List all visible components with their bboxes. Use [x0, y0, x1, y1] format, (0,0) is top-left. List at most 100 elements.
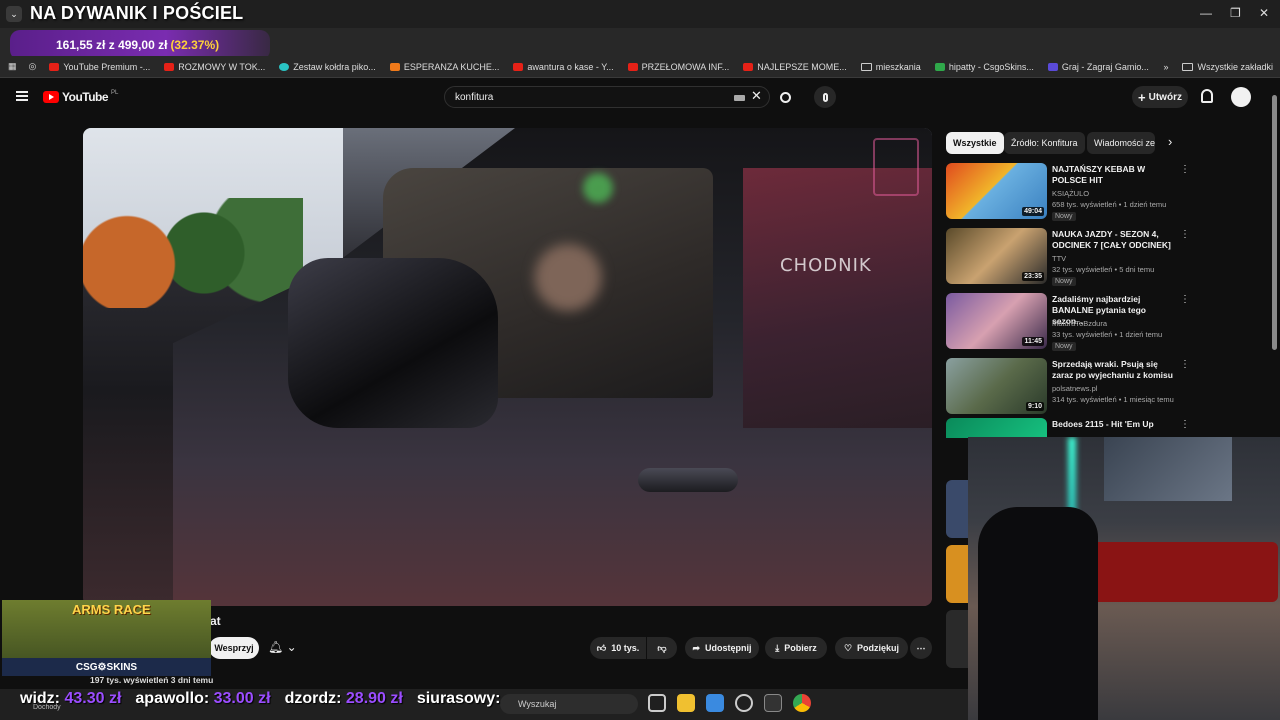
channel-name[interactable]: polsatnews.pl	[1052, 384, 1097, 393]
search-input[interactable]: konfitura	[444, 86, 770, 108]
like-button[interactable]: 👍︎ 10 tys.	[590, 637, 646, 659]
channel-name[interactable]: KSIĄŻULO	[1052, 189, 1089, 198]
chip-news[interactable]: Wiadomości ze	[1087, 132, 1155, 154]
recommendation-title[interactable]: NAUKA JAZDY - SEZON 4, ODCINEK 7 [CAŁY O…	[1052, 229, 1176, 251]
channel-name[interactable]: TTV	[1052, 254, 1066, 263]
page-scrollbar[interactable]	[1272, 95, 1277, 350]
youtube-logo[interactable]: YouTube PL	[43, 90, 118, 104]
recommendation-item[interactable]: Bedoes 2115 - Hit 'Em Up ⋮	[946, 418, 1266, 438]
more-options-icon[interactable]: ⋮	[1180, 164, 1190, 175]
bookmark-item[interactable]: hipatty - CsgoSkins...	[928, 62, 1041, 72]
chip-source[interactable]: Źródło: Konfitura	[1004, 132, 1085, 154]
more-actions-button[interactable]: ⋯	[910, 637, 932, 659]
more-options-icon[interactable]: ⋮	[1180, 229, 1190, 240]
bookmark-item[interactable]: ESPERANZA KUCHE...	[383, 62, 507, 72]
settings-icon[interactable]	[735, 694, 753, 712]
bookmark-label: PRZEŁOMOWA INF...	[641, 61, 730, 72]
channel-watermark-icon	[873, 138, 919, 196]
recommendation-item[interactable]: 9:10 Sprzedają wraki. Psują się zaraz po…	[946, 358, 1266, 416]
youtube-icon	[49, 62, 60, 71]
account-avatar[interactable]	[1231, 87, 1251, 107]
video-thumbnail[interactable]	[946, 545, 968, 603]
chevron-right-icon[interactable]: ›	[1168, 134, 1172, 149]
download-button[interactable]: ⤓ Pobierz	[765, 637, 827, 659]
country-code: PL	[111, 90, 119, 96]
donor-name: siurasowy:	[416, 690, 501, 707]
recommendation-item[interactable]: 23:35 NAUKA JAZDY - SEZON 4, ODCINEK 7 […	[946, 228, 1266, 286]
recommendation-item[interactable]: 11:45 Zadaliśmy najbardziej BANALNE pyta…	[946, 293, 1266, 351]
recommendation-title[interactable]: Bedoes 2115 - Hit 'Em Up	[1052, 419, 1176, 430]
video-thumbnail[interactable]: 23:35	[946, 228, 1047, 284]
notifications-bell-icon[interactable]	[1201, 89, 1213, 103]
close-window-button[interactable]: ✕	[1259, 6, 1269, 20]
maximize-button[interactable]: ❐	[1230, 6, 1241, 20]
more-options-icon[interactable]: ⋮	[1180, 359, 1190, 370]
support-button[interactable]: Wesprzyj	[209, 637, 259, 659]
chip-all[interactable]: Wszystkie	[946, 132, 1004, 154]
bookmark-item[interactable]: Zestaw kołdra piko...	[272, 62, 383, 72]
share-button[interactable]: ➦ Udostępnij	[685, 637, 759, 659]
bookmark-item[interactable]: NAJLEPSZE MOME...	[736, 62, 854, 72]
hamburger-menu-icon[interactable]	[16, 91, 28, 101]
link-icon	[389, 62, 400, 71]
recommendation-title[interactable]: NAJTAŃSZY KEBAB W POLSCE HIT	[1052, 164, 1176, 186]
notification-bell-icon[interactable]: 🔔︎ ⌄	[268, 640, 297, 654]
more-options-icon[interactable]: ⋮	[1180, 419, 1190, 430]
bookmarks-more-button[interactable]: »	[1156, 62, 1175, 72]
store-icon[interactable]	[706, 694, 724, 712]
clear-search-icon[interactable]: ✕	[751, 88, 762, 104]
video-thumbnail[interactable]: 11:45	[946, 293, 1047, 349]
link-icon	[934, 62, 945, 71]
youtube-icon	[164, 62, 175, 71]
thanks-icon: ♡	[843, 642, 853, 653]
video-thumbnail[interactable]	[946, 418, 1047, 438]
folder-icon	[860, 62, 872, 71]
video-thumbnail[interactable]: 49:04	[946, 163, 1047, 219]
thanks-button[interactable]: ♡ Podziękuj	[835, 637, 908, 659]
share-icon: ➦	[692, 642, 701, 653]
donation-amount: 161,55 zł	[56, 38, 106, 52]
plus-icon: +	[1138, 89, 1146, 105]
all-bookmarks-folder[interactable]: Wszystkie zakładki	[1175, 62, 1280, 72]
channel-name[interactable]: MaturaToBzdura	[1052, 319, 1107, 328]
dislike-button[interactable]: 👎︎	[647, 637, 677, 659]
terminal-icon[interactable]	[764, 694, 782, 712]
video-thumbnail[interactable]	[946, 610, 968, 668]
minimize-button[interactable]: —	[1200, 6, 1212, 20]
thumbs-down-icon: 👎︎	[657, 642, 667, 653]
video-frame-light	[583, 173, 613, 203]
donation-separator: z	[108, 38, 115, 52]
donation-ticker: widz: 43.30 zł apawollo: 33.00 zł dzordz…	[20, 690, 500, 714]
windows-search-input[interactable]: Wyszukaj	[500, 694, 638, 714]
recommendation-item[interactable]: 49:04 NAJTAŃSZY KEBAB W POLSCE HIT KSIĄŻ…	[946, 163, 1266, 221]
video-player[interactable]	[83, 128, 932, 606]
microphone-icon	[822, 92, 828, 102]
ticker-entry: apawollo: 33.00 zł	[135, 690, 276, 714]
bookmark-item[interactable]: YouTube Premium -...	[42, 62, 157, 72]
bookmark-item[interactable]: awantura o kase - Y...	[506, 62, 620, 72]
task-view-icon[interactable]	[648, 694, 666, 712]
bookmark-item[interactable]: Graj - Zagraj Gamio...	[1041, 62, 1156, 72]
bookmark-item[interactable]: ROZMOWY W TOK...	[157, 62, 272, 72]
folder-icon	[1182, 62, 1194, 71]
apps-grid-icon[interactable]: ▦	[0, 61, 23, 72]
youtube-icon	[743, 62, 754, 71]
keyboard-icon[interactable]	[734, 95, 745, 101]
video-thumbnail[interactable]: 9:10	[946, 358, 1047, 414]
bookmark-label: NAJLEPSZE MOME...	[757, 61, 847, 72]
file-explorer-icon[interactable]	[677, 694, 695, 712]
more-options-icon[interactable]: ⋮	[1180, 294, 1190, 305]
ticker-entry: siurasowy:	[417, 690, 501, 714]
bookmark-item[interactable]: PRZEŁOMOWA INF...	[621, 62, 737, 72]
bookmark-label: hipatty - CsgoSkins...	[948, 61, 1034, 72]
bookmark-folder[interactable]: mieszkania	[854, 62, 928, 72]
bookmark-icon[interactable]: ◎	[23, 61, 43, 72]
video-thumbnail[interactable]	[946, 480, 968, 538]
voice-search-button[interactable]	[814, 86, 836, 108]
search-button[interactable]	[770, 86, 800, 108]
chrome-icon[interactable]	[793, 694, 811, 712]
video-meta: 658 tys. wyświetleń • 1 dzień temu	[1052, 200, 1167, 209]
create-button[interactable]: + Utwórz	[1132, 86, 1188, 108]
tab-list-button[interactable]: ⌄	[6, 6, 22, 22]
recommendation-title[interactable]: Sprzedają wraki. Psują się zaraz po wyje…	[1052, 359, 1176, 381]
